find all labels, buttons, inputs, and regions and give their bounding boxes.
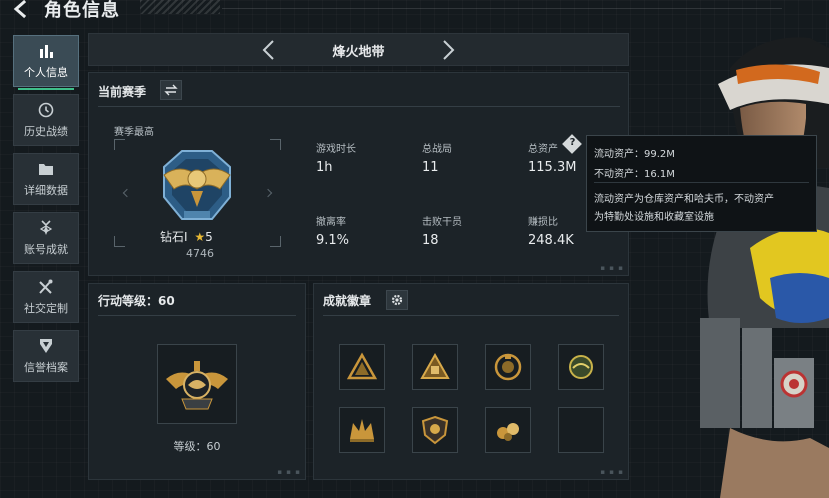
panel-corner-mark: ▪ ▪ ▪ — [277, 468, 301, 476]
tooltip-liquid-assets: 流动资产：99.2M — [594, 149, 675, 160]
shield-badge-icon — [421, 415, 449, 445]
stat-value: 18 — [422, 233, 439, 248]
sidebar-item-reputation[interactable]: 信誉档案 — [13, 330, 79, 382]
action-level-divider — [98, 315, 296, 316]
mode-selector: 烽火地带 — [88, 33, 629, 66]
season-title: 当前赛季 — [98, 85, 147, 99]
sidebar-item-profile[interactable]: 个人信息 — [13, 35, 79, 90]
achievement-badge[interactable] — [339, 407, 385, 453]
sidebar-item-label: 历史战绩 — [24, 124, 68, 138]
header-divider — [222, 8, 782, 9]
chevron-right-icon[interactable] — [439, 39, 457, 61]
header: 角色信息 — [0, 0, 829, 24]
rank-emblem-icon — [163, 150, 231, 220]
stat-value: 1h — [316, 160, 333, 175]
sidebar-item-label: 账号成就 — [24, 242, 68, 256]
header-decoration — [140, 0, 220, 14]
panel-corner-mark: ▪ ▪ ▪ — [600, 264, 624, 272]
tooltip-divider — [594, 182, 809, 183]
frame-corner — [270, 236, 281, 247]
season-switch-button[interactable] — [160, 80, 182, 100]
bar-chart-icon — [40, 44, 53, 58]
sidebar-item-label: 社交定制 — [24, 301, 68, 315]
badges-divider — [323, 315, 619, 316]
sidebar-item-label: 详细数据 — [24, 183, 68, 197]
badges-settings-button[interactable] — [386, 290, 408, 310]
level-emblem-icon — [166, 361, 228, 410]
stat-label: 游戏时长 — [316, 144, 356, 155]
tooltip-fixed-assets: 不动资产：16.1M — [594, 169, 675, 180]
panel-corner-mark: ▪ ▪ ▪ — [600, 468, 624, 476]
achievement-badge[interactable] — [412, 344, 458, 390]
sidebar-item-social[interactable]: 社交定制 — [13, 271, 79, 323]
medal-icon — [39, 219, 53, 235]
folder-icon — [39, 163, 53, 175]
sidebar: 个人信息 历史战绩 详细数据 账号成就 社交定制 信誉档案 — [13, 35, 79, 389]
stat-value: 11 — [422, 160, 439, 175]
back-arrow-icon[interactable] — [10, 0, 32, 20]
triangle-badge-icon — [347, 352, 377, 380]
stat-label: 赚损比 — [528, 217, 558, 228]
clock-icon — [38, 102, 54, 117]
badge-icon — [40, 338, 52, 353]
frame-corner — [114, 139, 125, 150]
season-peak-label: 赛季最高 — [114, 127, 154, 138]
rank-score: 4746 — [186, 247, 214, 260]
achievement-badge[interactable] — [485, 407, 531, 453]
rank-name-row: 钻石Ⅰ ★5 — [160, 228, 240, 245]
help-icon-glyph: ? — [569, 137, 576, 148]
rank-name: 钻石Ⅰ — [160, 230, 188, 244]
stat-label: 撤离率 — [316, 217, 346, 228]
achievement-badge[interactable] — [339, 344, 385, 390]
tools-icon — [39, 279, 53, 294]
stat-label: 总战局 — [422, 144, 452, 155]
sidebar-item-label: 信誉档案 — [24, 360, 68, 374]
page-title: 角色信息 — [44, 0, 120, 21]
stat-label: 总资产 — [528, 144, 558, 155]
action-level-title: 行动等级：60 — [98, 294, 175, 308]
achievement-badge[interactable] — [485, 344, 531, 390]
gear-icon — [391, 294, 403, 306]
tooltip-description-line: 流动资产为仓库资产和哈夫币，不动资产 — [594, 194, 774, 205]
asset-tooltip: 流动资产：99.2M 不动资产：16.1M 流动资产为仓库资产和哈夫币，不动资产… — [586, 135, 817, 232]
stat-value: 115.3M — [528, 160, 577, 175]
character-portrait — [700, 37, 829, 498]
frame-corner — [270, 139, 281, 150]
sidebar-item-details[interactable]: 详细数据 — [13, 153, 79, 205]
level-label: 等级：60 — [173, 440, 221, 453]
achievement-badge[interactable] — [412, 407, 458, 453]
triangle-badge-icon — [420, 352, 450, 379]
level-emblem-frame — [157, 344, 237, 424]
star-icon: ★ — [194, 230, 206, 244]
mode-title: 烽火地带 — [332, 45, 385, 60]
stat-value: 9.1% — [316, 233, 350, 248]
rank-stars: 5 — [205, 230, 213, 244]
sidebar-item-achievements[interactable]: 账号成就 — [13, 212, 79, 264]
season-divider — [98, 106, 620, 107]
round-badge-icon — [494, 353, 522, 381]
sidebar-item-history[interactable]: 历史战绩 — [13, 94, 79, 146]
frame-corner — [114, 236, 125, 247]
sidebar-item-label: 个人信息 — [24, 65, 68, 79]
stat-value: 248.4K — [528, 233, 574, 248]
stat-label: 击败干员 — [422, 217, 462, 228]
tooltip-description-line: 为特勤处设施和收藏室设施 — [594, 212, 714, 223]
swap-icon — [164, 84, 178, 96]
crown-badge-icon — [350, 419, 374, 442]
achievement-badge[interactable] — [558, 344, 604, 390]
badges-title: 成就徽章 — [323, 294, 372, 308]
round-badge-icon — [569, 355, 593, 379]
cluster-badge-icon — [497, 423, 519, 441]
empty-badge-slot[interactable] — [558, 407, 604, 453]
